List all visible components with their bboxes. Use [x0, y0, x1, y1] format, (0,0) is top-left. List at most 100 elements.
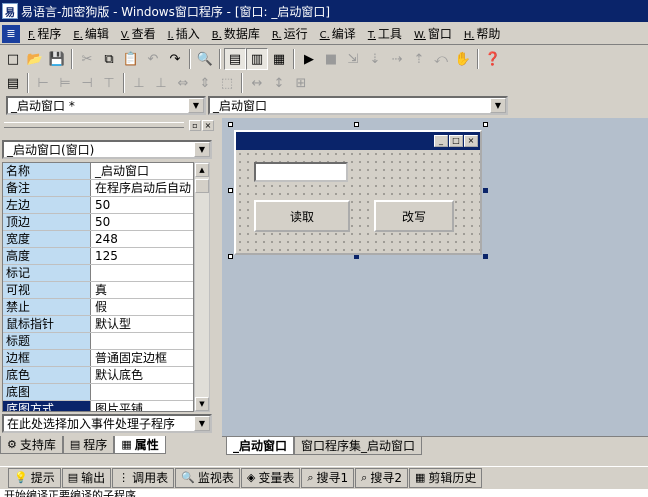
find-icon[interactable]: 🔍: [194, 48, 216, 70]
run-icon[interactable]: ▶: [298, 48, 320, 70]
tab-window-assembly[interactable]: 窗口程序集_启动窗口: [294, 437, 423, 455]
center-horizontal-icon[interactable]: ⊞: [290, 72, 312, 94]
copy-icon[interactable]: ⧉: [98, 48, 120, 70]
property-row[interactable]: 备注 在程序启动后自动: [3, 180, 193, 197]
menu-edit[interactable]: E. 编辑: [67, 24, 115, 44]
layout-split-icon[interactable]: ▥: [246, 48, 268, 70]
tab-search1[interactable]: ⌕ 搜寻1: [301, 467, 355, 488]
menu-run[interactable]: R. 运行: [266, 24, 314, 44]
maximize-icon[interactable]: □: [449, 135, 463, 147]
hand-icon[interactable]: ✋: [452, 48, 474, 70]
resize-handle[interactable]: [354, 122, 359, 127]
read-button[interactable]: 读取: [254, 200, 350, 232]
open-file-icon[interactable]: 📂: [24, 48, 46, 70]
tab-hint[interactable]: 💡 提示: [8, 467, 61, 488]
paste-icon[interactable]: 📋: [120, 48, 142, 70]
same-width-icon[interactable]: ⇔: [172, 72, 194, 94]
designed-textbox[interactable]: [254, 162, 348, 182]
property-row[interactable]: 高度 125: [3, 248, 193, 265]
resize-handle[interactable]: [228, 188, 233, 193]
scroll-thumb[interactable]: [195, 179, 209, 193]
same-height-icon[interactable]: ⇕: [194, 72, 216, 94]
scroll-down-icon[interactable]: ▼: [195, 397, 209, 411]
designed-window[interactable]: _ □ × 读取 改写: [234, 130, 482, 255]
step-over-icon[interactable]: ⇣: [364, 48, 386, 70]
panel-restore-icon[interactable]: ▫: [189, 119, 201, 131]
object-selector-combo[interactable]: _启动窗口 ▼: [208, 96, 508, 115]
property-row[interactable]: 顶边 50: [3, 214, 193, 231]
property-scrollbar[interactable]: ▲ ▼: [194, 162, 210, 412]
menu-help[interactable]: H. 帮助: [458, 24, 507, 44]
design-canvas[interactable]: _ □ × 读取 改写: [222, 118, 648, 436]
resize-handle[interactable]: [483, 188, 488, 193]
cut-icon[interactable]: ✂: [76, 48, 98, 70]
step-back-icon[interactable]: ⤺: [430, 48, 452, 70]
tab-program[interactable]: ▤ 程序: [62, 436, 115, 454]
app-menu-icon[interactable]: ≣: [2, 24, 20, 43]
property-row[interactable]: 底图方式 图片平铺: [3, 401, 193, 411]
menu-database[interactable]: B. 数据库: [206, 24, 266, 44]
save-icon[interactable]: 💾: [46, 48, 68, 70]
layout-grid-icon[interactable]: ▦: [268, 48, 290, 70]
chevron-down-icon[interactable]: ▼: [194, 142, 210, 157]
close-icon[interactable]: ×: [464, 135, 478, 147]
step-next-icon[interactable]: ⇢: [386, 48, 408, 70]
new-file-icon[interactable]: □: [2, 48, 24, 70]
same-size-icon[interactable]: ⬚: [216, 72, 238, 94]
property-row[interactable]: 禁止假: [3, 299, 193, 316]
property-row[interactable]: 鼠标指针 默认型: [3, 316, 193, 333]
menu-tools[interactable]: T. 工具: [362, 24, 408, 44]
property-row[interactable]: 左边 50: [3, 197, 193, 214]
panel-close-icon[interactable]: ×: [202, 119, 214, 131]
vertical-space-icon[interactable]: ↕: [268, 72, 290, 94]
form-selector-combo[interactable]: _启动窗口 * ▼: [6, 96, 206, 115]
property-row[interactable]: 可视真: [3, 282, 193, 299]
menu-window[interactable]: W. 窗口: [408, 24, 458, 44]
align-center-icon[interactable]: ⊨: [54, 72, 76, 94]
property-row[interactable]: 名称 _启动窗口: [3, 163, 193, 180]
undo-icon[interactable]: ↶: [142, 48, 164, 70]
tab-output[interactable]: ▤ 输出: [61, 467, 112, 488]
write-button[interactable]: 改写: [374, 200, 454, 232]
property-row[interactable]: 边框 普通固定边框: [3, 350, 193, 367]
property-row[interactable]: 底图: [3, 384, 193, 401]
tab-startup-window[interactable]: _启动窗口: [226, 437, 295, 455]
property-row[interactable]: 宽度 248: [3, 231, 193, 248]
redo-icon[interactable]: ↷: [164, 48, 186, 70]
resize-handle[interactable]: [228, 122, 233, 127]
designed-window-titlebar[interactable]: _ □ ×: [236, 132, 480, 150]
menu-compile[interactable]: C. 编译: [314, 24, 362, 44]
property-row[interactable]: 底色 默认底色: [3, 367, 193, 384]
minimize-icon[interactable]: _: [434, 135, 448, 147]
align-right-icon[interactable]: ⊣: [76, 72, 98, 94]
help-icon[interactable]: ❓: [482, 48, 504, 70]
designed-window-body[interactable]: 读取 改写: [236, 150, 480, 253]
align-left-icon[interactable]: ⊢: [32, 72, 54, 94]
step-out-icon[interactable]: ⇡: [408, 48, 430, 70]
tab-search2[interactable]: ⌕ 搜寻2: [355, 467, 408, 488]
align-bottom-icon[interactable]: ⊥: [150, 72, 172, 94]
property-row[interactable]: 标记: [3, 265, 193, 282]
event-handler-combo[interactable]: 在此处选择加入事件处理子程序 ▼: [2, 414, 212, 433]
resize-handle[interactable]: [483, 122, 488, 127]
form-icon[interactable]: ▤: [2, 72, 24, 94]
menu-program[interactable]: F. 程序: [22, 24, 67, 44]
property-row[interactable]: 标题: [3, 333, 193, 350]
property-object-combo[interactable]: _启动窗口(窗口) ▼: [2, 140, 212, 159]
scroll-up-icon[interactable]: ▲: [195, 163, 209, 177]
resize-handle[interactable]: [483, 254, 488, 259]
tab-clip-history[interactable]: ▦ 剪辑历史: [408, 467, 483, 488]
menu-insert[interactable]: I. 插入: [162, 24, 206, 44]
horizontal-space-icon[interactable]: ↔: [246, 72, 268, 94]
menu-view[interactable]: V. 查看: [115, 24, 162, 44]
tab-watch[interactable]: 🔍 监视表: [175, 467, 240, 488]
step-into-icon[interactable]: ⇲: [342, 48, 364, 70]
tab-variables[interactable]: ◈ 变量表: [240, 467, 301, 488]
panel-grip[interactable]: [4, 122, 184, 128]
align-top-icon[interactable]: ⊤: [98, 72, 120, 94]
tab-property[interactable]: ▦ 属性: [114, 436, 166, 454]
resize-handle[interactable]: [228, 254, 233, 259]
chevron-down-icon[interactable]: ▼: [194, 416, 210, 431]
chevron-down-icon[interactable]: ▼: [490, 98, 506, 113]
align-middle-icon[interactable]: ⊥: [128, 72, 150, 94]
